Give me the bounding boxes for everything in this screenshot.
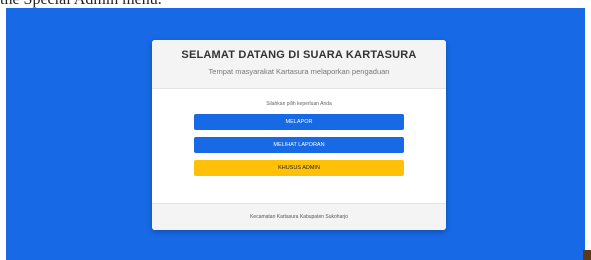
page-title: SELAMAT DATANG DI SUARA KARTASURA [181,49,417,61]
page-subtitle: Tempat masyarakat Kartasura melaporkan p… [208,67,390,76]
choice-prompt: Silahkan pilih keperluan Anda [266,101,332,107]
report-button[interactable]: MELAPOR [194,114,404,130]
admin-button[interactable]: KHUSUS ADMIN [194,160,404,176]
card-footer: Kecamatan Kartasura Kabupaten Sukoharjo [152,203,446,230]
welcome-card: SELAMAT DATANG DI SUARA KARTASURA Tempat… [152,40,446,230]
page-background: SELAMAT DATANG DI SUARA KARTASURA Tempat… [6,8,585,260]
card-header: SELAMAT DATANG DI SUARA KARTASURA Tempat… [152,40,446,89]
card-body: Silahkan pilih keperluan Anda MELAPOR ME… [152,89,446,176]
corner-widget [583,250,591,260]
view-reports-button[interactable]: MELIHAT LAPORAN [194,137,404,153]
